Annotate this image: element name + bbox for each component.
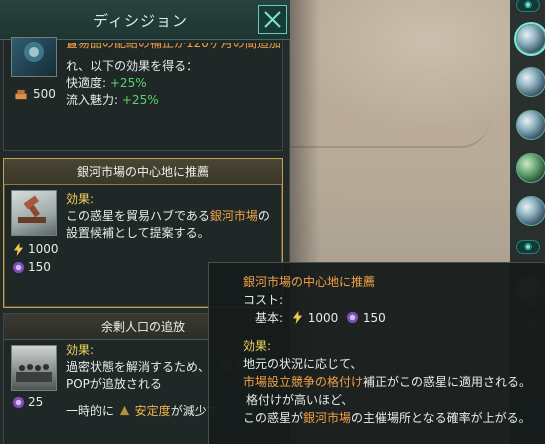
planet-icon[interactable] bbox=[516, 196, 545, 226]
tooltip-highlight: 銀河市場 bbox=[303, 411, 352, 425]
stat-label: 流入魅力: bbox=[66, 93, 119, 107]
energy-icon bbox=[292, 311, 303, 324]
tooltip-line: 地元の状況に応じて、 bbox=[243, 357, 363, 371]
tooltip-line: 格付けが高いほど、 bbox=[246, 393, 354, 407]
decision-thumbnail bbox=[11, 37, 57, 77]
planet-icon[interactable] bbox=[516, 110, 545, 140]
energy-icon bbox=[13, 242, 24, 256]
card-desc: 設置候補として提案する。 bbox=[66, 226, 210, 240]
energy-cost: 1000 bbox=[12, 242, 59, 256]
planet-icon[interactable] bbox=[516, 67, 545, 97]
planet-group-badge[interactable]: ◉ bbox=[516, 240, 540, 254]
panel-title: ディシジョン bbox=[93, 12, 188, 30]
influence-icon bbox=[347, 311, 359, 324]
card-desc-line: れ、以下の効果を得る： bbox=[66, 59, 199, 73]
decision-tooltip: 銀河市場の中心地に推薦 コスト: 基本: 1000 150 効果: 地元の状況に… bbox=[208, 262, 545, 444]
terrain-ridge bbox=[290, 118, 490, 148]
close-button[interactable] bbox=[258, 5, 287, 34]
tooltip-effect-label: 効果: bbox=[243, 339, 272, 353]
tooltip-base-cost: 基本: 1000 150 bbox=[255, 311, 386, 325]
tooltip-highlight: 市場設立競争の格付け bbox=[243, 375, 364, 389]
stability-link[interactable]: 安定度 bbox=[135, 404, 171, 418]
tooltip-cost-label: コスト: bbox=[243, 293, 284, 307]
tooltip-title: 銀河市場の中心地に推薦 bbox=[243, 275, 376, 289]
stat-value: +25% bbox=[121, 93, 159, 107]
planet-group-badge[interactable]: ◉ bbox=[516, 0, 540, 12]
card-title: 銀河市場の中心地に推薦 bbox=[4, 159, 282, 185]
consumer-goods-icon bbox=[15, 89, 27, 99]
influence-cost: 150 bbox=[12, 260, 51, 274]
planet-icon[interactable] bbox=[516, 153, 545, 183]
influence-icon bbox=[12, 396, 25, 408]
effect-label: 効果: bbox=[66, 192, 95, 206]
decision-thumbnail bbox=[11, 345, 57, 391]
stability-icon bbox=[119, 405, 129, 416]
cost-value: 500 bbox=[33, 87, 56, 101]
card-desc: この惑星を貿易ハブである bbox=[66, 209, 210, 223]
planet-icon-selected[interactable] bbox=[516, 24, 545, 54]
influence-cost: 25 bbox=[12, 395, 43, 409]
stat-label: 快適度: bbox=[66, 76, 107, 90]
close-icon bbox=[264, 11, 281, 28]
panel-header: ディシジョン bbox=[0, 0, 290, 40]
decision-thumbnail bbox=[11, 190, 57, 236]
card-cost: 500 bbox=[12, 87, 56, 101]
galactic-market-link[interactable]: 銀河市場 bbox=[210, 209, 258, 223]
card-desc: 過密状態を解消するため、 bbox=[66, 360, 211, 374]
decision-card-trade[interactable]: 貿易品の配給の補正が120ヶ月の間追加さ れ、以下の効果を得る： 快適度: +2… bbox=[3, 37, 283, 151]
stat-value: +25% bbox=[109, 76, 147, 90]
influence-icon bbox=[12, 261, 25, 273]
card-desc-partial: 貿易品の配給の補正が120ヶ月の間追加さ bbox=[66, 43, 281, 50]
